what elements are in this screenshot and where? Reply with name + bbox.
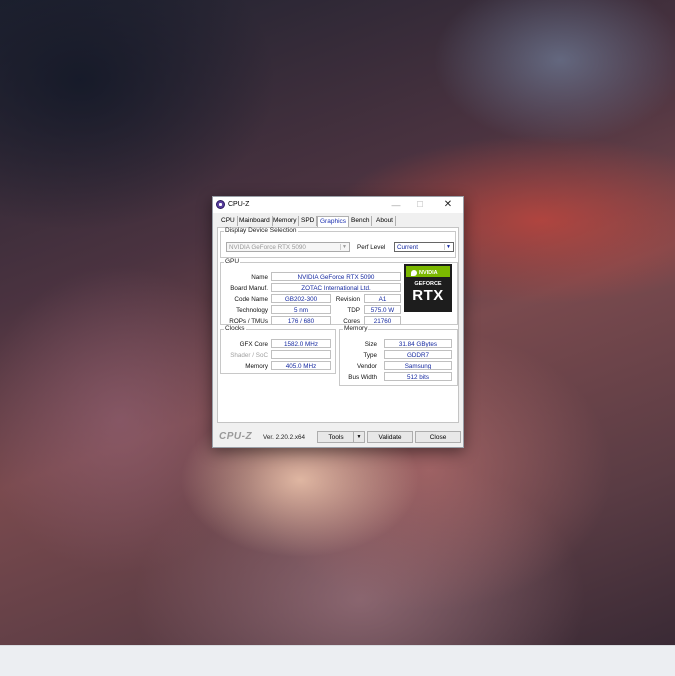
memory-clock-label: Memory <box>245 363 268 370</box>
version-text: Ver. 2.20.2.x64 <box>263 434 306 441</box>
cpuz-window: CPU-Z — ☐ ✕ CPU Mainboard Memory SPD Gra… <box>212 196 464 448</box>
code-name-value: GB202-300 <box>271 294 331 303</box>
revision-value: A1 <box>364 294 401 303</box>
graphics-panel: Display Device Selection NVIDIA GeForce … <box>217 227 459 423</box>
board-manuf-value: ZOTAC International Ltd. <box>271 283 401 292</box>
tab-spd[interactable]: SPD <box>299 216 318 226</box>
gpu-name-value: NVIDIA GeForce RTX 5090 <box>271 272 401 281</box>
cores-value: 21760 <box>364 316 401 325</box>
clocks-legend: Clocks <box>225 325 245 332</box>
display-device-value: NVIDIA GeForce RTX 5090 <box>229 244 306 251</box>
tab-mainboard[interactable]: Mainboard <box>237 216 273 226</box>
gpu-name-label: Name <box>251 274 268 281</box>
close-window-button[interactable]: ✕ <box>437 197 459 213</box>
chevron-down-icon: ▼ <box>444 244 452 250</box>
perf-level-label: Perf Level <box>357 244 386 251</box>
nvidia-wordmark: NVIDIA <box>419 270 438 276</box>
tab-cpu[interactable]: CPU <box>219 216 238 226</box>
rops-tmus-value: 176 / 680 <box>271 316 331 325</box>
memory-size-value: 31.84 GBytes <box>384 339 452 348</box>
footer-bar: CPU-Z Ver. 2.20.2.x64 Tools ▼ Validate C… <box>213 429 463 445</box>
perf-level-select[interactable]: Current ▼ <box>394 242 454 252</box>
memory-group: Memory Size 31.84 GBytes Type GDDR7 Vend… <box>339 325 458 386</box>
maximize-button[interactable]: ☐ <box>409 197 431 213</box>
tab-about[interactable]: About <box>374 216 396 226</box>
minimize-button[interactable]: — <box>385 197 407 213</box>
revision-label: Revision <box>335 296 360 303</box>
title-bar[interactable]: CPU-Z — ☐ ✕ <box>213 197 463 213</box>
memory-vendor-label: Vendor <box>357 363 377 370</box>
perf-level-value: Current <box>397 244 418 251</box>
cpuz-app-icon <box>216 200 225 209</box>
clocks-group: Clocks GFX Core 1582.0 MHz Shader / SoC … <box>220 325 336 374</box>
cores-label: Cores <box>343 318 360 325</box>
memory-clock-value: 405.0 MHz <box>271 361 331 370</box>
memory-legend: Memory <box>344 325 368 332</box>
tools-button[interactable]: Tools ▼ <box>317 431 365 443</box>
display-device-select[interactable]: NVIDIA GeForce RTX 5090 ▼ <box>226 242 350 252</box>
validate-button[interactable]: Validate <box>367 431 413 443</box>
close-button[interactable]: Close <box>415 431 461 443</box>
nvidia-eye-icon <box>411 270 417 276</box>
tdp-value: 575.0 W <box>364 305 401 314</box>
window-title: CPU-Z <box>228 201 250 208</box>
chevron-down-icon[interactable]: ▼ <box>353 432 364 442</box>
tdp-label: TDP <box>347 307 360 314</box>
display-selection-legend: Display Device Selection <box>225 227 297 234</box>
gfx-core-value: 1582.0 MHz <box>271 339 331 348</box>
technology-value: 5 nm <box>271 305 331 314</box>
bus-width-label: Bus Width <box>348 374 377 381</box>
technology-label: Technology <box>236 307 268 314</box>
geforce-rtx-logo: NVIDIA GEFORCE RTX <box>404 264 452 312</box>
display-selection-group: Display Device Selection NVIDIA GeForce … <box>220 227 456 258</box>
rtx-text: RTX <box>412 287 444 304</box>
tab-bench[interactable]: Bench <box>349 216 373 226</box>
shader-soc-value <box>271 350 331 359</box>
tab-memory[interactable]: Memory <box>271 216 300 226</box>
bus-width-value: 512 bits <box>384 372 452 381</box>
memory-type-label: Type <box>363 352 377 359</box>
chevron-down-icon: ▼ <box>340 244 348 250</box>
memory-vendor-value: Samsung <box>384 361 452 370</box>
taskbar <box>0 645 675 676</box>
memory-size-label: Size <box>364 341 377 348</box>
board-manuf-label: Board Manuf. <box>230 285 268 292</box>
gfx-core-label: GFX Core <box>239 341 268 348</box>
shader-soc-label: Shader / SoC <box>230 352 268 359</box>
code-name-label: Code Name <box>234 296 268 303</box>
cpuz-brand: CPU-Z <box>219 431 253 442</box>
gpu-legend: GPU <box>225 258 240 265</box>
rops-tmus-label: ROPs / TMUs <box>229 318 268 325</box>
tools-label: Tools <box>328 434 344 441</box>
nvidia-bar: NVIDIA <box>406 266 450 277</box>
memory-type-value: GDDR7 <box>384 350 452 359</box>
